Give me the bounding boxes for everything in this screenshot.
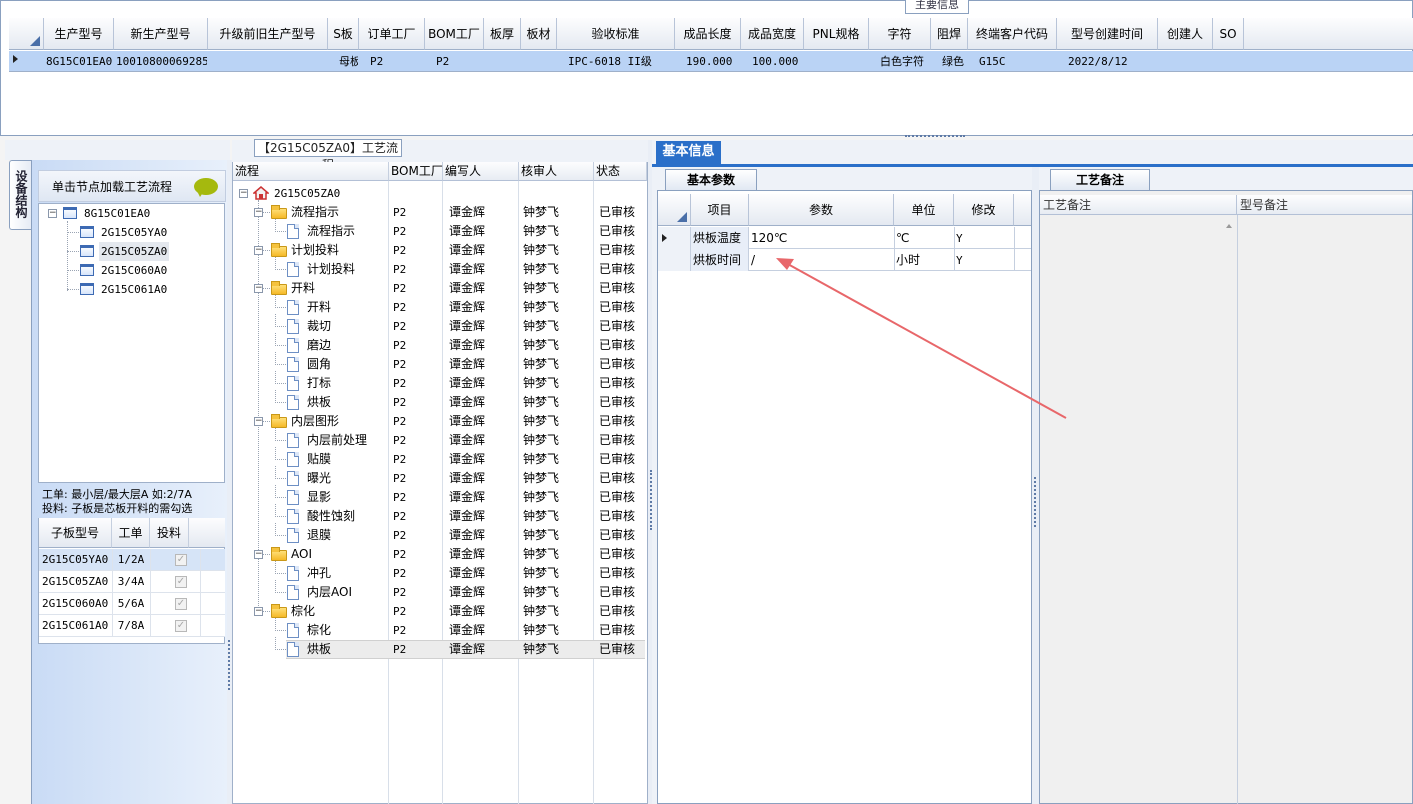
annotation-arrow — [776, 258, 1067, 419]
